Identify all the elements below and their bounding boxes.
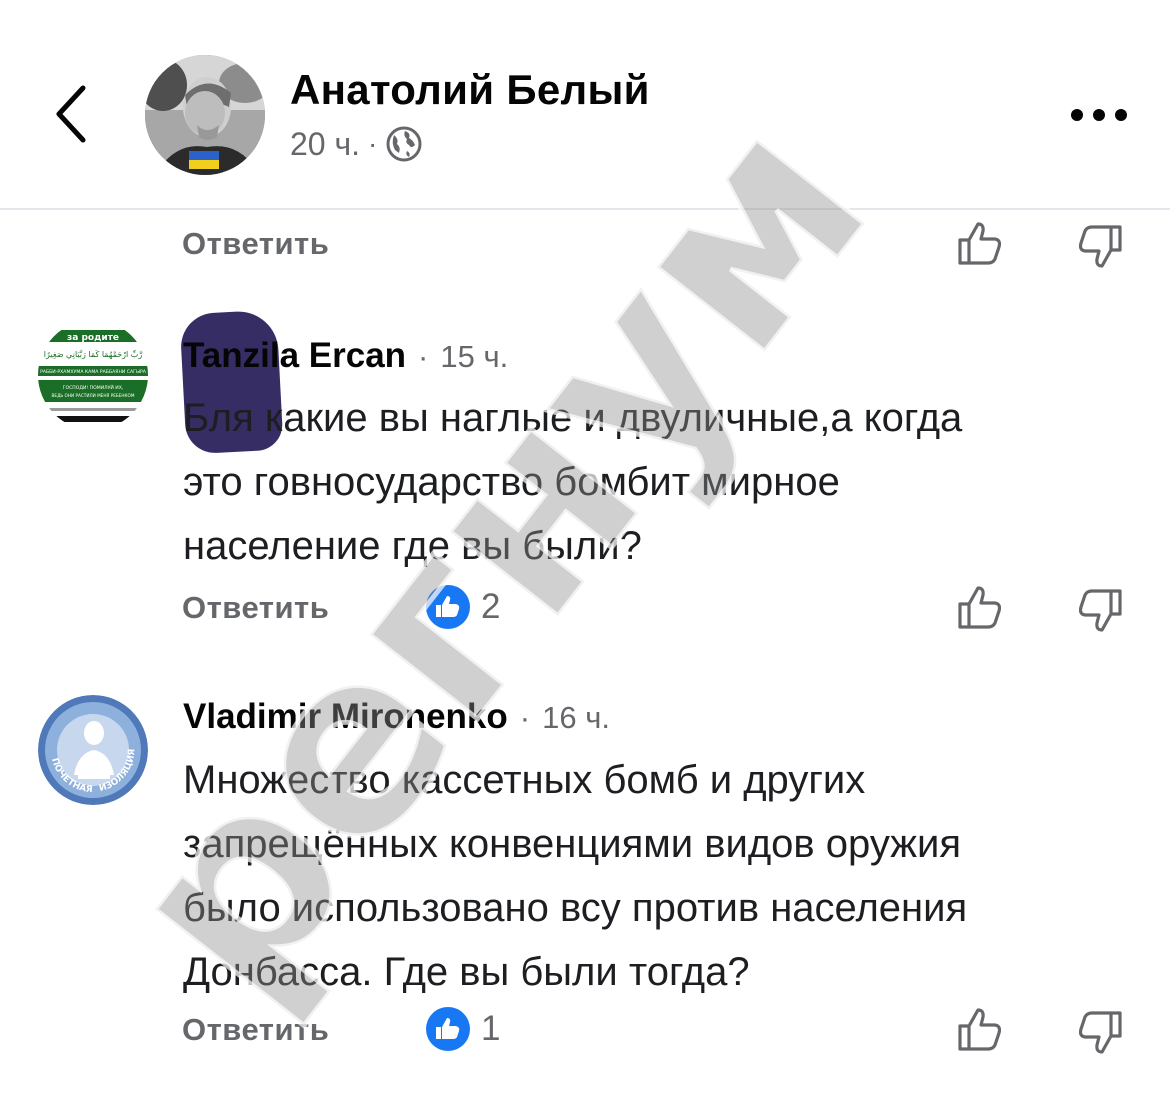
chevron-left-icon: [56, 85, 86, 143]
like-reaction-icon: [426, 585, 470, 629]
commenter-name[interactable]: Vladimir Mironenko: [183, 697, 508, 737]
globe-icon[interactable]: [385, 125, 423, 163]
avatar-arabic-text: رَّبِّ ارْحَمْهُمَا كَمَا رَبَّيَانِي صَ…: [44, 349, 143, 360]
commenter-avatar[interactable]: за родите رَّبِّ ارْحَمْهُمَا كَمَا رَبَ…: [38, 320, 148, 430]
more-options-button[interactable]: [1068, 98, 1130, 132]
thumbs-up-icon[interactable]: [955, 1004, 1005, 1054]
reply-button[interactable]: Ответить: [182, 226, 329, 262]
comment-separator: ·: [418, 339, 429, 374]
thumbs-down-icon[interactable]: [1075, 1008, 1125, 1058]
like-reaction-icon: [426, 1007, 470, 1051]
avatar-line2: ГОСПОДИ! ПОМИЛУЙ ИХ,: [63, 384, 124, 391]
avatar-line3: ВЕДЬ ОНИ РАСТИЛИ МЕНЯ РЕБЕНКОМ: [52, 393, 135, 398]
avatar-line1: РАББИ-РХАМХУМА КАМА РАББАЯНИ САГЫРА: [40, 369, 147, 375]
commenter-avatar[interactable]: ПОЧЕТНАЯ ИЗОЛЯЦИЯ: [38, 695, 148, 805]
comment-text: Бля какие вы наглые и двуличные,а когда …: [183, 396, 963, 568]
comment-separator: ·: [519, 700, 531, 735]
author-avatar[interactable]: [145, 55, 265, 175]
thumbs-up-icon[interactable]: [955, 582, 1005, 632]
thumbs-up-icon[interactable]: [955, 218, 1005, 268]
author-name[interactable]: Анатолий Белый: [290, 66, 650, 114]
comment-header: Vladimir Mironenko · 16 ч.: [183, 697, 610, 737]
thumbs-down-icon[interactable]: [1075, 586, 1125, 636]
comment-time[interactable]: 15 ч.: [440, 339, 508, 375]
post-header: Анатолий Белый 20 ч. ·: [0, 0, 1170, 210]
post-time: 20 ч.: [290, 125, 361, 162]
avatar-top-text: за родите: [67, 333, 119, 343]
reply-button[interactable]: Ответить: [182, 1012, 329, 1048]
back-button[interactable]: [50, 82, 90, 146]
comment-time[interactable]: 16 ч.: [542, 700, 610, 736]
thumbs-down-icon[interactable]: [1075, 222, 1125, 272]
reaction-summary[interactable]: 1: [425, 1006, 500, 1052]
post-meta: 20 ч. ·: [290, 122, 423, 166]
reaction-summary[interactable]: 2: [425, 584, 500, 630]
commenter-name[interactable]: Tanzila Ercan: [183, 336, 406, 376]
comment-text: Множество кассетных бомб и других запрещ…: [183, 758, 968, 994]
reply-button[interactable]: Ответить: [182, 590, 329, 626]
more-horizontal-icon: [1071, 109, 1127, 121]
header-divider: [0, 208, 1170, 210]
comment-header: Tanzila Ercan · 15 ч.: [183, 336, 508, 376]
author-photo: [145, 55, 265, 175]
like-count: 2: [481, 587, 501, 626]
meta-separator: ·: [368, 128, 378, 159]
like-count: 1: [481, 1009, 501, 1048]
